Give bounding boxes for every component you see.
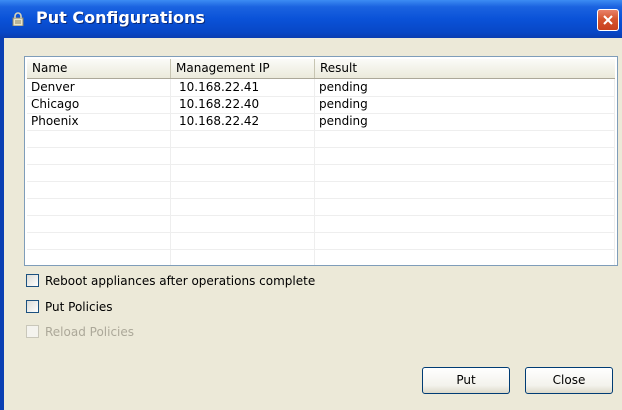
lock-icon: [12, 12, 24, 26]
cell-name: Phoenix: [27, 113, 171, 130]
empty-row: [27, 164, 615, 182]
dialog-body: Name Management IP Result Denver 10.168.…: [4, 38, 622, 410]
empty-row: [27, 232, 615, 250]
put-policies-label[interactable]: Put Policies: [45, 299, 113, 315]
appliance-table: Name Management IP Result Denver 10.168.…: [24, 56, 618, 266]
empty-row: [27, 198, 615, 216]
cell-management-ip: 10.168.22.41: [171, 79, 315, 96]
empty-row: [27, 181, 615, 199]
reboot-checkbox[interactable]: [26, 274, 39, 287]
table-row[interactable]: Phoenix 10.168.22.42 pending: [27, 113, 615, 131]
title-bar[interactable]: Put Configurations: [0, 0, 622, 38]
column-header-management-ip[interactable]: Management IP: [171, 59, 315, 78]
reload-policies-checkbox: [26, 325, 39, 338]
cell-result: pending: [315, 96, 615, 113]
cell-result: pending: [315, 79, 615, 96]
table-header: Name Management IP Result: [27, 59, 615, 79]
column-header-name[interactable]: Name: [27, 59, 171, 78]
column-header-result[interactable]: Result: [315, 59, 615, 78]
put-button[interactable]: Put: [422, 367, 510, 394]
close-icon: [603, 15, 613, 25]
close-window-button[interactable]: [597, 9, 619, 31]
window-title: Put Configurations: [36, 8, 205, 27]
close-button[interactable]: Close: [525, 367, 613, 394]
cell-result: pending: [315, 113, 615, 130]
empty-row: [27, 215, 615, 233]
put-configurations-dialog: Put Configurations Name Management IP Re…: [0, 0, 622, 410]
empty-row: [27, 249, 615, 265]
cell-name: Chicago: [27, 96, 171, 113]
empty-row: [27, 130, 615, 148]
put-policies-checkbox[interactable]: [26, 300, 39, 313]
reboot-label[interactable]: Reboot appliances after operations compl…: [45, 273, 315, 289]
reload-policies-label: Reload Policies: [45, 325, 135, 339]
cell-management-ip: 10.168.22.42: [171, 113, 315, 130]
table-body: Denver 10.168.22.41 pending Chicago 10.1…: [27, 79, 615, 265]
empty-row: [27, 147, 615, 165]
table-row[interactable]: Chicago 10.168.22.40 pending: [27, 96, 615, 114]
table-row[interactable]: Denver 10.168.22.41 pending: [27, 79, 615, 97]
cell-management-ip: 10.168.22.40: [171, 96, 315, 113]
cell-name: Denver: [27, 79, 171, 96]
